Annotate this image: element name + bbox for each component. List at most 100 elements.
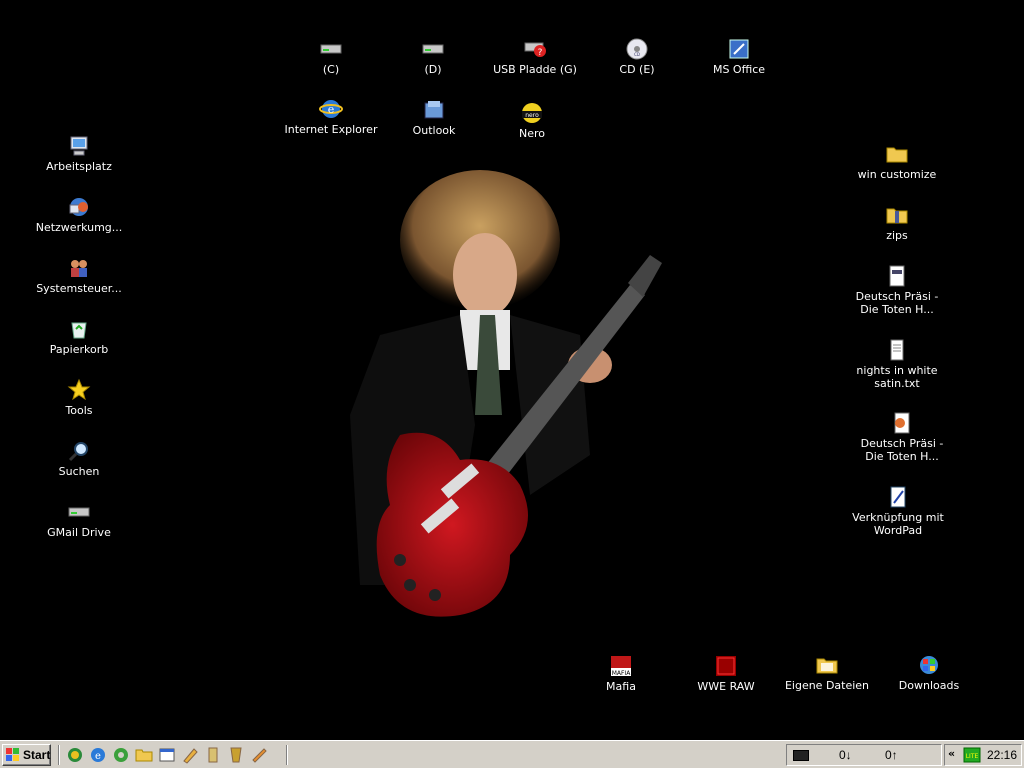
svg-text:CD: CD — [634, 52, 640, 57]
folder-icon[interactable] — [135, 746, 153, 764]
downloads-shortcut[interactable]: Downloads — [881, 653, 977, 692]
recycle-bin-shortcut[interactable]: Papierkorb — [31, 317, 127, 356]
icon-label: Nero — [518, 127, 545, 140]
zips-folder[interactable]: zips — [849, 203, 945, 242]
icon-label: (C) — [322, 63, 340, 76]
ms-office-icon — [729, 39, 749, 59]
browser-icon[interactable] — [66, 746, 84, 764]
pencil-icon[interactable] — [181, 746, 199, 764]
downloads-icon — [920, 656, 938, 674]
desktop: (C) (D) ? USB Pladde (G) CD CD (E) MS Of… — [0, 0, 1024, 740]
drive-c-shortcut[interactable]: (C) — [283, 37, 379, 76]
svg-text:e: e — [95, 751, 101, 762]
icon-label: nights in white satin.txt — [856, 364, 938, 390]
icon-label: MS Office — [712, 63, 766, 76]
wwe-raw-shortcut[interactable]: WWE RAW — [678, 654, 774, 693]
taskbar-separator — [58, 745, 60, 765]
my-computer-icon — [70, 136, 88, 156]
svg-text:MAFIA: MAFIA — [612, 670, 632, 677]
hard-drive-icon — [320, 44, 342, 54]
nights-in-white-satin-file[interactable]: nights in white satin.txt — [849, 338, 945, 390]
icon-label: GMail Drive — [47, 526, 111, 539]
search-icon — [68, 442, 88, 462]
icon-label: win customize — [857, 168, 937, 181]
clock[interactable]: 22:16 — [987, 748, 1017, 762]
mafia-icon: MAFIA — [611, 656, 632, 677]
icon-label: Netzwerkumg... — [35, 221, 123, 234]
system-tray: « LITE 22:16 — [944, 744, 1022, 766]
gmail-drive-shortcut[interactable]: GMail Drive — [31, 500, 127, 539]
network-places-icon — [69, 198, 88, 216]
icon-label: (D) — [424, 63, 442, 76]
hard-drive-icon — [422, 44, 444, 54]
deutsch-praesi-ppt[interactable]: Deutsch Präsi - Die Toten H... — [854, 411, 950, 463]
net-down-counter: 0↓ — [839, 748, 852, 762]
icon-label: Tools — [65, 404, 93, 417]
taskbar: Start e 0↓ 0↑ « LITE 22:16 — [0, 740, 1024, 768]
tray-expand-chevron-icon[interactable]: « — [948, 747, 955, 760]
icon-label: WWE RAW — [697, 680, 755, 693]
icon-label: Eigene Dateien — [784, 679, 870, 692]
control-panel-shortcut[interactable]: Systemsteuer... — [31, 256, 127, 295]
internet-explorer-icon[interactable]: e — [89, 746, 107, 764]
svg-text:?: ? — [538, 48, 543, 58]
tools-shortcut[interactable]: Tools — [31, 378, 127, 417]
icon-label: CD (E) — [619, 63, 655, 76]
net-up-counter: 0↑ — [885, 748, 898, 762]
nero-shortcut[interactable]: nero Nero — [484, 101, 580, 140]
icon-label: Internet Explorer — [284, 123, 378, 136]
explorer-icon[interactable] — [158, 746, 176, 764]
cd-drive-icon: CD — [626, 38, 648, 60]
icon-label: USB Pladde (G) — [493, 63, 577, 76]
drive-icon — [68, 507, 90, 517]
icon-label: Mafia — [606, 680, 636, 693]
network-places-shortcut[interactable]: Netzwerkumg... — [31, 195, 127, 234]
windows-logo-icon — [6, 748, 19, 761]
outlook-shortcut[interactable]: Outlook — [386, 98, 482, 137]
start-label: Start — [23, 748, 51, 762]
icon-label: Systemsteuer... — [36, 282, 122, 295]
network-monitor[interactable]: 0↓ 0↑ — [786, 744, 942, 766]
taskbar-separator — [286, 745, 288, 765]
tray-app-icon[interactable]: LITE — [963, 747, 981, 763]
internet-explorer-shortcut[interactable]: e Internet Explorer — [283, 97, 379, 136]
shortcut-icon[interactable] — [250, 746, 268, 764]
network-meter-icon — [793, 750, 809, 761]
icon-label: Verknüpfung mit WordPad — [852, 511, 944, 537]
ms-office-shortcut[interactable]: MS Office — [691, 37, 787, 76]
drive-d-shortcut[interactable]: (D) — [385, 37, 481, 76]
icon-label: Downloads — [898, 679, 960, 692]
folder-icon — [816, 658, 838, 674]
powerpoint-file-icon — [894, 412, 910, 434]
icon-label: zips — [886, 229, 908, 242]
svg-text:e: e — [328, 103, 335, 116]
tool-icon[interactable] — [204, 746, 222, 764]
svg-text:nero: nero — [525, 112, 539, 119]
nero-icon: nero — [522, 103, 542, 123]
my-computer-shortcut[interactable]: Arbeitsplatz — [31, 134, 127, 173]
mafia-shortcut[interactable]: MAFIA Mafia — [573, 654, 669, 693]
recycle-bin-icon — [71, 322, 87, 339]
icon-label: Arbeitsplatz — [46, 160, 112, 173]
star-icon — [67, 378, 91, 401]
text-file-icon — [890, 339, 904, 361]
cd-drive-shortcut[interactable]: CD CD (E) — [589, 37, 685, 76]
icon-label: Outlook — [412, 124, 456, 137]
eigene-dateien-folder[interactable]: Eigene Dateien — [779, 653, 875, 692]
start-button[interactable]: Start — [2, 744, 51, 766]
win-customize-folder[interactable]: win customize — [849, 142, 945, 181]
wordpad-icon — [890, 486, 906, 508]
svg-text:LITE: LITE — [966, 753, 979, 760]
icon-label: Deutsch Präsi - Die Toten H... — [855, 290, 939, 316]
zip-folder-icon — [886, 208, 908, 224]
folder-icon — [886, 147, 908, 163]
usb-drive-icon: ? — [524, 42, 546, 58]
search-shortcut[interactable]: Suchen — [31, 439, 127, 478]
gear-icon[interactable] — [112, 746, 130, 764]
icon-label: Deutsch Präsi - Die Toten H... — [860, 437, 944, 463]
app-icon[interactable] — [227, 746, 245, 764]
usb-drive-shortcut[interactable]: ? USB Pladde (G) — [487, 37, 583, 76]
internet-explorer-icon: e — [319, 100, 343, 118]
deutsch-praesi-doc[interactable]: Deutsch Präsi - Die Toten H... — [849, 264, 945, 316]
wordpad-shortcut[interactable]: Verknüpfung mit WordPad — [850, 485, 946, 537]
